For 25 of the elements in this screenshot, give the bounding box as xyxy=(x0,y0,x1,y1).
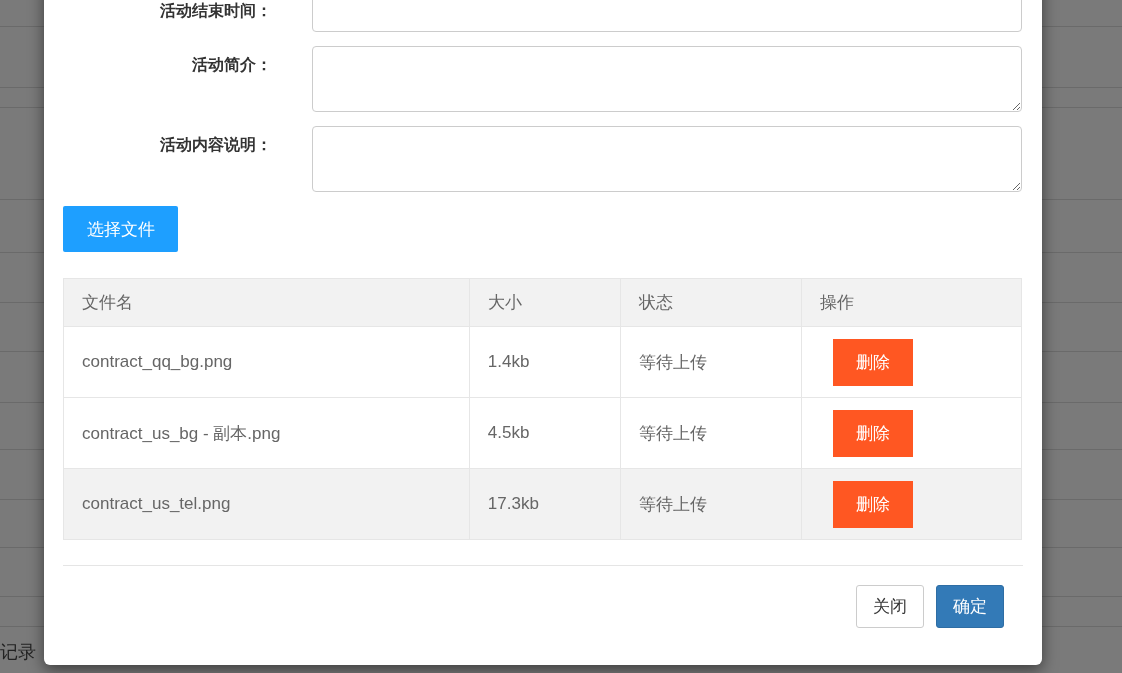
table-cell: 17.3kb xyxy=(469,468,621,540)
table-cell: contract_qq_bg.png xyxy=(63,326,470,398)
record-count-text: 记录 xyxy=(0,641,36,664)
table-cell: 4.5kb xyxy=(469,397,621,469)
delete-button[interactable]: 删除 xyxy=(832,409,913,457)
choose-file-button[interactable]: 选择文件 xyxy=(63,206,178,252)
table-cell: contract_us_bg - 副本.png xyxy=(63,397,470,469)
field-label: 活动内容说明： xyxy=(159,135,272,155)
column-header: 操作 xyxy=(801,278,1022,327)
textarea-field[interactable] xyxy=(312,46,1022,112)
column-header: 状态 xyxy=(620,278,802,327)
table-cell: contract_us_tel.png xyxy=(63,468,470,540)
table-cell: 等待上传 xyxy=(620,468,802,540)
delete-button[interactable]: 删除 xyxy=(832,338,913,386)
table-cell: 等待上传 xyxy=(620,397,802,469)
table-cell: 等待上传 xyxy=(620,326,802,398)
textarea-field[interactable] xyxy=(312,126,1022,192)
confirm-button[interactable]: 确定 xyxy=(936,585,1004,628)
close-button[interactable]: 关闭 xyxy=(856,585,924,628)
column-header: 大小 xyxy=(469,278,621,327)
field-label: 活动简介： xyxy=(191,55,272,75)
table-cell: 1.4kb xyxy=(469,326,621,398)
field-label: 活动结束时间： xyxy=(159,1,272,21)
delete-button[interactable]: 删除 xyxy=(832,480,913,528)
column-header: 文件名 xyxy=(63,278,470,327)
